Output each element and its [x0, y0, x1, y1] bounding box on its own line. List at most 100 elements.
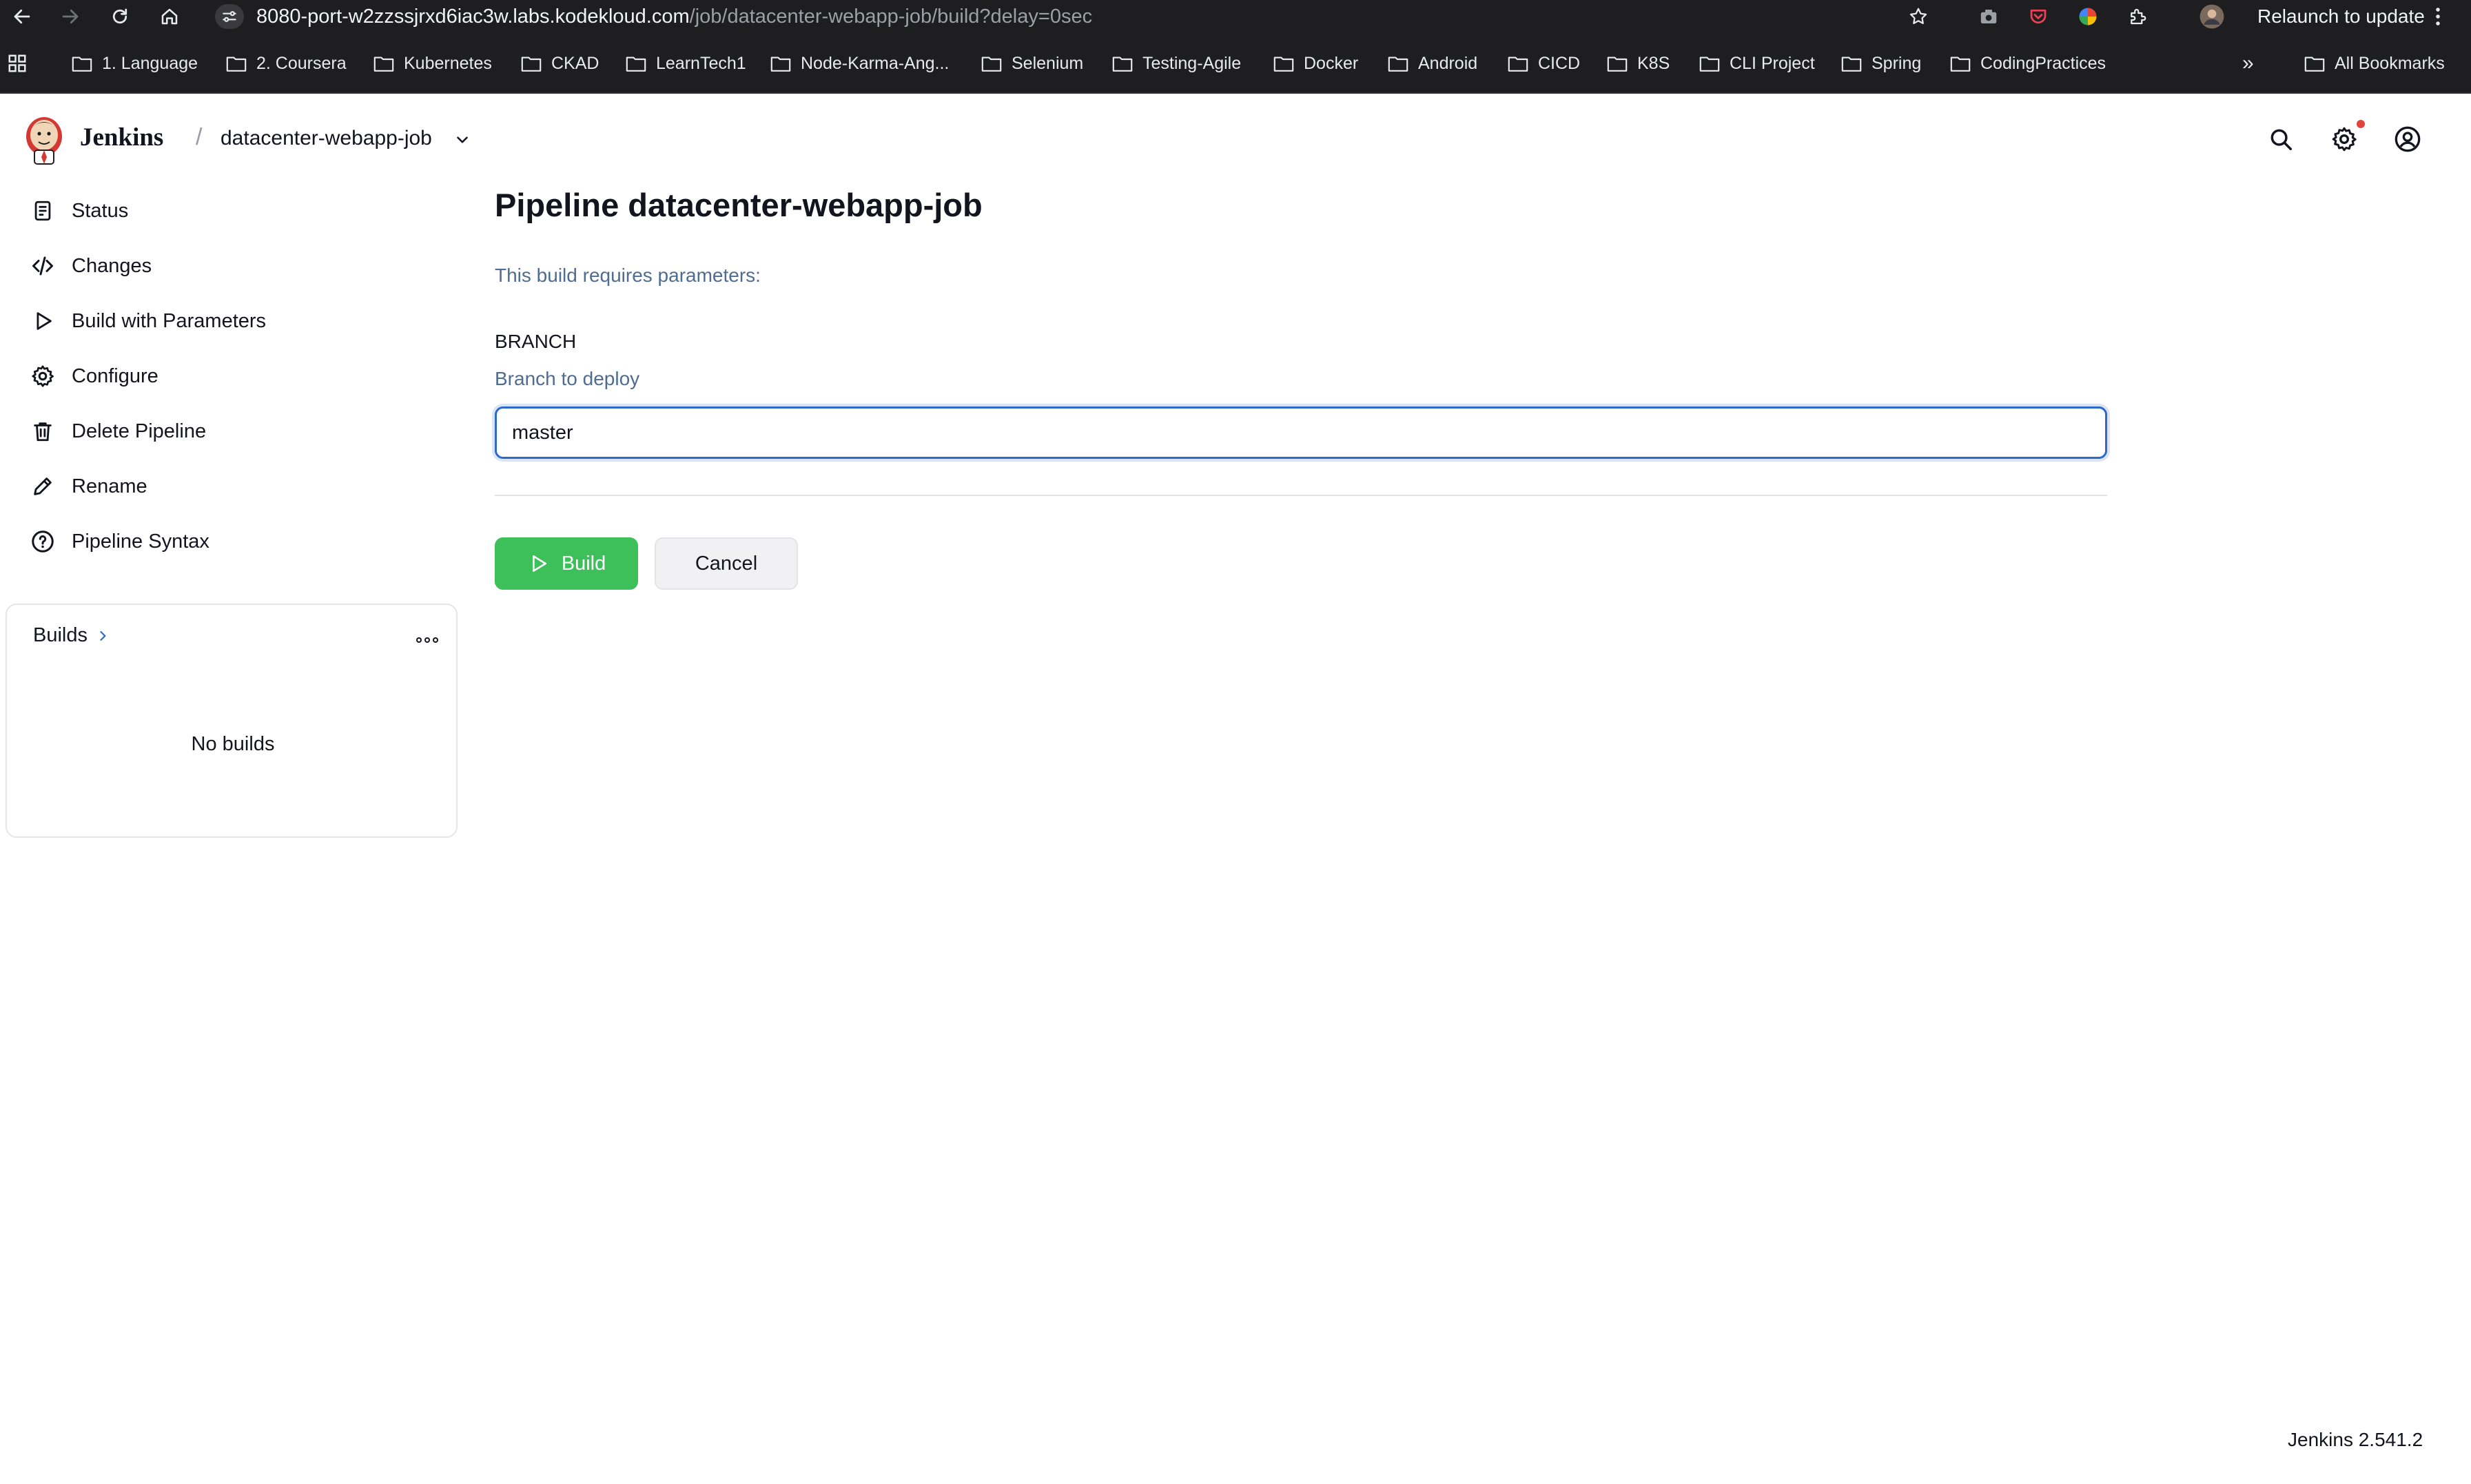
breadcrumb-job[interactable]: datacenter-webapp-job	[221, 127, 432, 150]
sidebar-item-label: Delete Pipeline	[72, 420, 207, 442]
play-icon	[28, 306, 58, 336]
all-bookmarks-label: All Bookmarks	[2335, 53, 2445, 73]
camera-icon[interactable]	[1975, 3, 2002, 30]
url-field[interactable]: 8080-port-w2zzssjrxd6iac3w.labs.kodeklou…	[256, 0, 1092, 33]
sidebar-item-label: Changes	[72, 254, 152, 277]
bookmark-item[interactable]: Node-Karma-Ang...	[770, 48, 949, 79]
search-icon[interactable]	[2264, 123, 2297, 156]
bookmark-item[interactable]: 2. Coursera	[226, 48, 347, 79]
form-divider	[495, 495, 2107, 496]
extensions-icon[interactable]	[2124, 3, 2151, 30]
sidebar-item-label: Build with Parameters	[72, 309, 267, 332]
play-icon	[532, 555, 546, 572]
parameter-description: Branch to deploy	[495, 368, 640, 389]
pencil-icon	[28, 471, 58, 502]
sidebar-item-status[interactable]: Status	[28, 190, 128, 231]
bookmark-item[interactable]: Selenium	[981, 48, 1083, 79]
relaunch-to-update-button[interactable]: Relaunch to update	[2257, 0, 2425, 33]
bookmark-label: CICD	[1538, 53, 1581, 73]
bookmark-item[interactable]: CKAD	[521, 48, 599, 79]
bookmark-item[interactable]: CodingPractices	[1950, 48, 2106, 79]
relaunch-label: Relaunch to update	[2257, 6, 2425, 27]
bookmark-label: Node-Karma-Ang...	[801, 53, 950, 73]
bookmark-label: Kubernetes	[404, 53, 492, 73]
bookmark-label: Testing-Agile	[1142, 53, 1242, 73]
bookmarks-overflow-icon[interactable]: »	[2242, 48, 2254, 79]
bookmark-item[interactable]: 1. Language	[72, 48, 198, 79]
color-wheel-icon[interactable]	[2074, 3, 2102, 30]
browser-address-bar: 8080-port-w2zzssjrxd6iac3w.labs.kodeklou…	[0, 0, 2471, 33]
bookmark-item[interactable]: Android	[1388, 48, 1477, 79]
user-account-icon[interactable]	[2391, 123, 2424, 156]
breadcrumb-separator: /	[196, 124, 203, 150]
pocket-icon[interactable]	[2024, 3, 2052, 30]
sidebar-item-changes[interactable]: Changes	[28, 245, 152, 287]
url-path: /job/datacenter-webapp-job/build?delay=0…	[689, 5, 1093, 28]
sidebar-item-label: Pipeline Syntax	[72, 530, 209, 553]
gear-icon	[28, 361, 58, 391]
page-title: Pipeline datacenter-webapp-job	[495, 187, 983, 223]
cancel-button[interactable]: Cancel	[655, 537, 798, 590]
bookmark-item[interactable]: Testing-Agile	[1112, 48, 1241, 79]
profile-avatar[interactable]	[2198, 3, 2226, 30]
bookmark-item[interactable]: Spring	[1841, 48, 1921, 79]
bookmark-label: 1. Language	[102, 53, 198, 73]
bookmark-item[interactable]: LearnTech1	[626, 48, 746, 79]
bookmark-label: Docker	[1304, 53, 1359, 73]
bookmark-item[interactable]: K8S	[1607, 48, 1670, 79]
all-bookmarks[interactable]: All Bookmarks	[2304, 48, 2445, 79]
bookmark-item[interactable]: Docker	[1273, 48, 1358, 79]
cancel-button-label: Cancel	[695, 552, 758, 575]
gear-icon[interactable]	[2328, 123, 2361, 156]
sidebar-item-build-with-parameters[interactable]: Build with Parameters	[28, 300, 266, 342]
sidebar-item-configure[interactable]: Configure	[28, 355, 158, 397]
home-icon[interactable]	[150, 0, 189, 33]
forward-icon[interactable]	[51, 0, 90, 33]
bookmark-label: CKAD	[551, 53, 599, 73]
sidebar-item-label: Status	[72, 199, 129, 222]
bookmark-label: CodingPractices	[1980, 53, 2106, 73]
kebab-menu-icon[interactable]	[2424, 3, 2452, 30]
sidebar-item-pipeline-syntax[interactable]: Pipeline Syntax	[28, 521, 209, 562]
bookmark-item[interactable]: CICD	[1508, 48, 1580, 79]
more-options-icon[interactable]	[413, 635, 441, 645]
chevron-right-icon	[100, 630, 106, 641]
bookmark-item[interactable]: Kubernetes	[373, 48, 492, 79]
builds-title: Builds	[33, 624, 88, 646]
bookmark-label: CLI Project	[1730, 53, 1815, 73]
bookmark-label: Spring	[1872, 53, 1922, 73]
bookmark-item[interactable]: CLI Project	[1699, 48, 1815, 79]
jenkins-brand[interactable]: Jenkins	[80, 123, 163, 152]
bookmark-label: K8S	[1637, 53, 1670, 73]
build-button-label: Build	[561, 552, 606, 575]
bookmark-label: Android	[1418, 53, 1478, 73]
reload-icon[interactable]	[101, 0, 139, 33]
builds-card: Builds No builds	[6, 604, 458, 838]
bookmarks-bar: 1. Language 2. Coursera Kubernetes CKAD …	[0, 33, 2471, 94]
no-builds-message: No builds	[191, 733, 275, 755]
url-host: 8080-port-w2zzssjrxd6iac3w.labs.kodeklou…	[256, 5, 690, 28]
chevron-down-icon[interactable]	[451, 128, 474, 152]
sidebar-item-label: Configure	[72, 364, 158, 387]
sidebar-item-delete-pipeline[interactable]: Delete Pipeline	[28, 411, 206, 452]
jenkins-version[interactable]: Jenkins 2.541.2	[2288, 1429, 2423, 1451]
parameter-name: BRANCH	[495, 331, 577, 352]
requires-parameters-text: This build requires parameters:	[495, 265, 761, 286]
back-icon[interactable]	[3, 0, 41, 33]
bookmark-label: 2. Coursera	[256, 53, 347, 73]
bookmark-label: Selenium	[1012, 53, 1084, 73]
site-info-icon[interactable]	[215, 4, 244, 29]
help-circle-icon	[28, 526, 58, 557]
jenkins-logo[interactable]	[22, 113, 66, 165]
build-button[interactable]: Build	[495, 537, 638, 590]
document-icon	[28, 196, 58, 226]
branch-input[interactable]	[495, 406, 2107, 459]
trash-icon	[28, 416, 58, 446]
star-icon[interactable]	[1905, 3, 1932, 30]
apps-grid-icon[interactable]	[7, 48, 28, 79]
sidebar-item-label: Rename	[72, 475, 147, 497]
builds-title-link[interactable]: Builds	[33, 624, 110, 647]
sidebar-item-rename[interactable]: Rename	[28, 466, 147, 507]
bookmark-label: LearnTech1	[656, 53, 746, 73]
code-icon	[28, 251, 58, 281]
